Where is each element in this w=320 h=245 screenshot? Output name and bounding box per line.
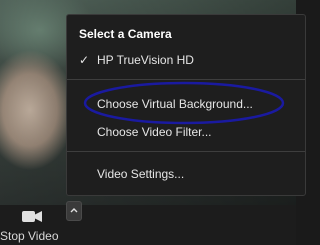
- checkmark-icon: ✓: [79, 53, 90, 67]
- menu-divider: [67, 151, 305, 152]
- camera-menu: Select a Camera ✓ HP TrueVision HD Choose…: [66, 14, 306, 196]
- menu-divider: [67, 79, 305, 80]
- stop-video-label: Stop Video: [0, 229, 59, 243]
- choose-video-filter-item[interactable]: Choose Video Filter...: [97, 125, 212, 139]
- choose-virtual-background-item[interactable]: Choose Virtual Background...: [97, 97, 253, 111]
- video-settings-item[interactable]: Video Settings...: [97, 167, 184, 181]
- meeting-toolbar: Stop Video: [0, 205, 296, 245]
- camera-option-label: HP TrueVision HD: [97, 53, 194, 67]
- chevron-up-icon: [70, 208, 78, 213]
- camera-option-hp-truevision[interactable]: ✓ HP TrueVision HD: [79, 53, 194, 67]
- video-options-caret-button[interactable]: [66, 201, 82, 221]
- menu-header: Select a Camera: [79, 27, 172, 41]
- stop-video-button[interactable]: Stop Video: [0, 205, 66, 245]
- video-camera-icon: [22, 211, 42, 222]
